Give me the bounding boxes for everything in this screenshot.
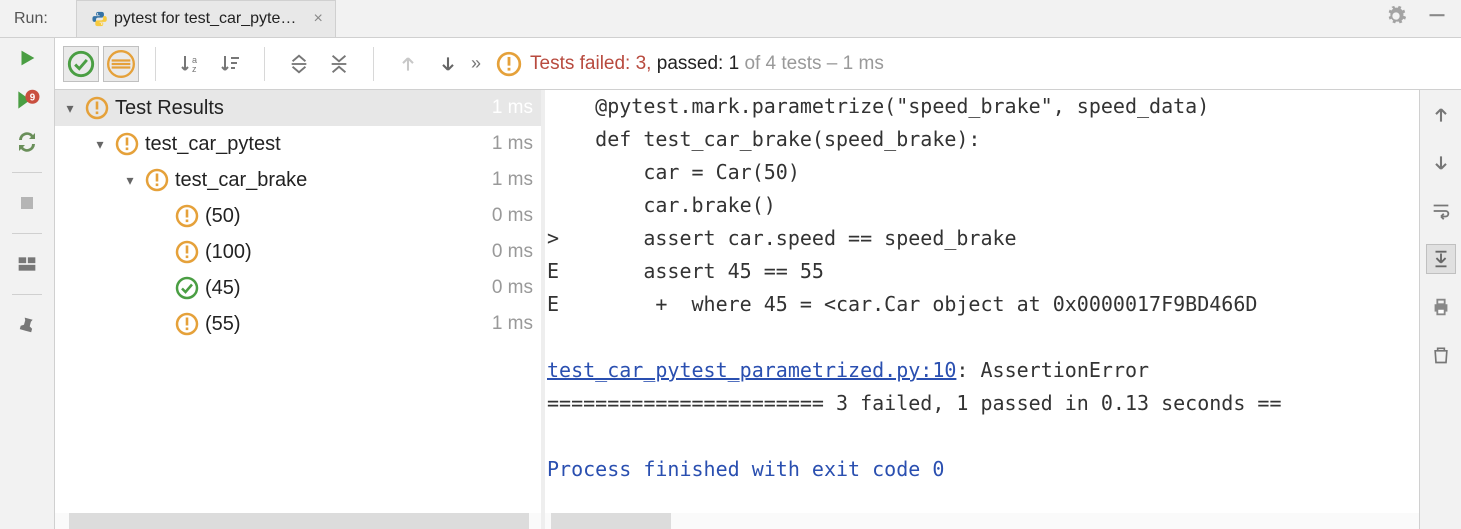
status-passed-text: passed: 1	[657, 53, 739, 74]
pin-icon[interactable]	[13, 311, 41, 339]
prev-failed-icon[interactable]	[390, 46, 426, 82]
stop-icon[interactable]	[13, 189, 41, 217]
down-arrow-icon[interactable]	[1426, 148, 1456, 178]
scroll-end-icon[interactable]	[1426, 244, 1456, 274]
rerun-failed-icon[interactable]: 9	[13, 86, 41, 114]
content-split: ▾ Test Results 1 ms ▾test_car_pytest1 ms…	[55, 90, 1461, 529]
warn-icon	[115, 132, 139, 156]
tree-node-time: 1 ms	[484, 133, 533, 155]
tree-node-time: 1 ms	[484, 97, 533, 119]
minimize-icon[interactable]	[1427, 5, 1447, 33]
warn-icon	[496, 51, 522, 77]
test-tree-node[interactable]: (45)0 ms	[55, 270, 541, 306]
warn-icon	[175, 204, 199, 228]
test-tree-node[interactable]: (55)1 ms	[55, 306, 541, 342]
tree-node-time: 0 ms	[484, 205, 533, 227]
test-tree-node[interactable]: (50)0 ms	[55, 198, 541, 234]
tree-node-label: (45)	[205, 277, 484, 300]
test-toolbar: az	[55, 38, 1461, 90]
tree-node-time: 1 ms	[484, 169, 533, 191]
run-tool-header: Run: pytest for test_car_pytest.test_c..…	[0, 0, 1461, 38]
test-tree-node[interactable]: ▾ test_car_pytest1 ms	[55, 126, 541, 162]
status-rest-text: of 4 tests – 1 ms	[744, 53, 883, 74]
tree-node-label: (55)	[205, 313, 484, 336]
warn-icon	[175, 312, 199, 336]
tree-node-time: 1 ms	[484, 313, 533, 335]
collapse-all-icon[interactable]	[321, 46, 357, 82]
svg-text:z: z	[192, 64, 197, 74]
softwrap-icon[interactable]	[1426, 196, 1456, 226]
console-h-scrollbar[interactable]	[545, 513, 1419, 529]
pass-icon	[175, 276, 199, 300]
run-tab-title: pytest for test_car_pytest.test_c...	[114, 10, 301, 28]
warn-icon	[175, 240, 199, 264]
tree-node-time: 0 ms	[484, 241, 533, 263]
toggle-autotest-icon[interactable]	[13, 128, 41, 156]
test-tree-node[interactable]: ▾ test_car_brake1 ms	[55, 162, 541, 198]
run-left-gutter: 9	[0, 38, 55, 529]
svg-text:9: 9	[30, 93, 36, 104]
run-icon[interactable]	[13, 44, 41, 72]
run-tool-body: 9	[0, 38, 1461, 529]
chevron-down-icon[interactable]: ▾	[85, 136, 115, 153]
console-panel: @pytest.mark.parametrize("speed_brake", …	[545, 90, 1419, 529]
tree-h-scrollbar[interactable]	[55, 513, 541, 529]
more-actions-icon[interactable]: »	[470, 46, 482, 82]
warn-icon	[145, 168, 169, 192]
test-status-summary: Tests failed: 3, passed: 1 of 4 tests – …	[492, 51, 884, 77]
run-tab[interactable]: pytest for test_car_pytest.test_c... ×	[76, 0, 336, 37]
next-failed-icon[interactable]	[430, 46, 466, 82]
test-tree-node[interactable]: (100)0 ms	[55, 234, 541, 270]
chevron-down-icon[interactable]: ▾	[55, 100, 85, 117]
warn-icon	[85, 96, 109, 120]
test-tree-root[interactable]: ▾ Test Results 1 ms	[55, 90, 541, 126]
chevron-down-icon[interactable]: ▾	[115, 172, 145, 189]
python-icon	[91, 8, 108, 30]
trash-icon[interactable]	[1426, 340, 1456, 370]
tree-node-label: (50)	[205, 205, 484, 228]
sort-duration-icon[interactable]	[212, 46, 248, 82]
tree-node-label: Test Results	[115, 97, 484, 120]
status-failed-text: Tests failed: 3,	[530, 53, 651, 74]
file-link[interactable]: test_car_pytest_parametrized.py:10	[547, 358, 956, 382]
up-arrow-icon[interactable]	[1426, 100, 1456, 130]
close-icon[interactable]: ×	[307, 8, 328, 30]
console-right-gutter	[1419, 90, 1461, 529]
run-tabs: pytest for test_car_pytest.test_c... ×	[76, 0, 336, 37]
expand-all-icon[interactable]	[281, 46, 317, 82]
tree-node-label: test_car_brake	[175, 169, 484, 192]
toolwindow-actions	[1385, 5, 1461, 33]
test-tree[interactable]: ▾ Test Results 1 ms ▾test_car_pytest1 ms…	[55, 90, 541, 513]
show-passed-toggle[interactable]	[63, 46, 99, 82]
run-main-area: az	[55, 38, 1461, 529]
run-label: Run:	[6, 10, 56, 28]
print-icon[interactable]	[1426, 292, 1456, 322]
tree-node-label: (100)	[205, 241, 484, 264]
sort-alpha-icon[interactable]: az	[172, 46, 208, 82]
layout-icon[interactable]	[13, 250, 41, 278]
console-output[interactable]: @pytest.mark.parametrize("speed_brake", …	[545, 90, 1419, 513]
tree-node-label: test_car_pytest	[145, 133, 484, 156]
test-tree-panel: ▾ Test Results 1 ms ▾test_car_pytest1 ms…	[55, 90, 545, 529]
gear-icon[interactable]	[1385, 5, 1407, 33]
show-ignored-toggle[interactable]	[103, 46, 139, 82]
tree-node-time: 0 ms	[484, 277, 533, 299]
